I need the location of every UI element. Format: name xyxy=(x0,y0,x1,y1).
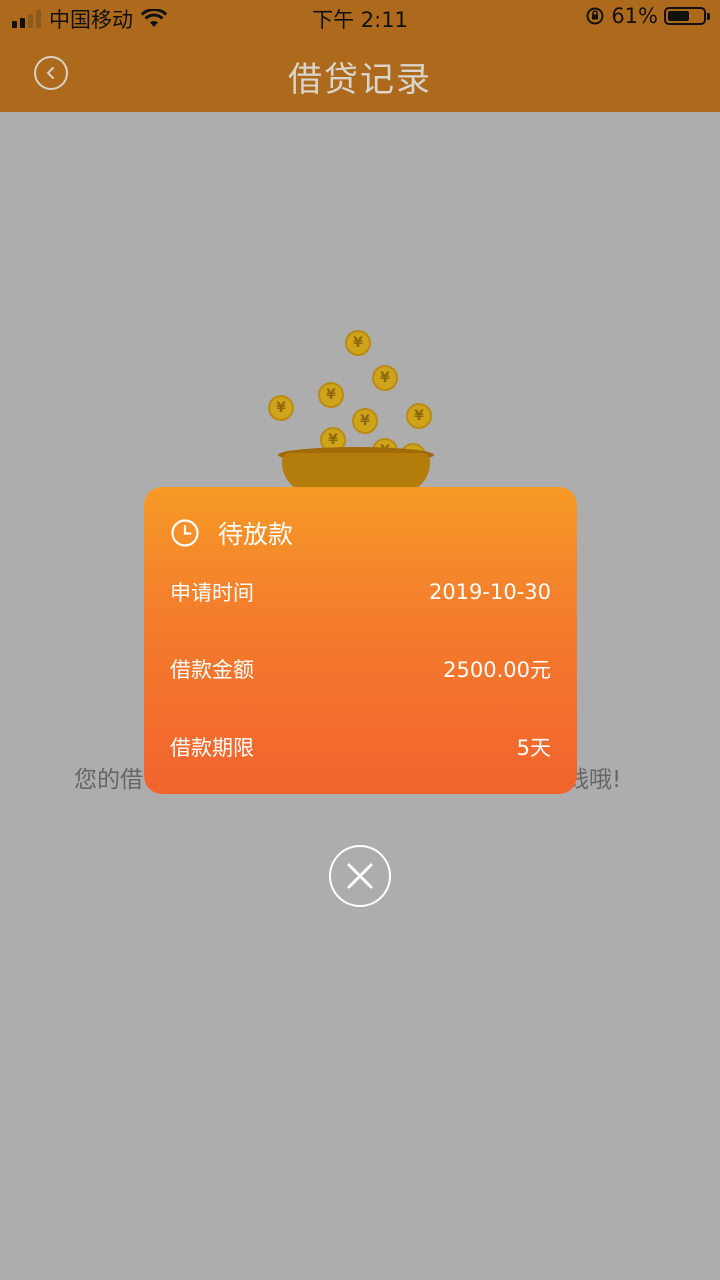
row-value: 5天 xyxy=(516,736,551,760)
modal-header: 待放款 xyxy=(170,515,293,551)
row-label: 借款期限 xyxy=(170,736,254,760)
rotation-lock-icon xyxy=(586,7,604,25)
battery-level-fill xyxy=(668,11,689,21)
clock-icon xyxy=(171,519,199,547)
info-row-loan-term: 借款期限 5天 xyxy=(170,732,551,762)
coin-icon: ¥ xyxy=(372,365,398,391)
nav-bar: 借贷记录 xyxy=(0,34,720,112)
coin-icon: ¥ xyxy=(345,330,371,356)
coin-icon: ¥ xyxy=(352,408,378,434)
row-label: 借款金额 xyxy=(170,658,254,682)
empty-message-left: 您的借 xyxy=(74,767,143,793)
coin-icon: ¥ xyxy=(406,403,432,429)
close-icon xyxy=(347,863,373,889)
info-row-loan-amount: 借款金额 2500.00元 xyxy=(170,654,551,684)
loan-status: 待放款 xyxy=(218,520,294,549)
battery-percent: 61% xyxy=(611,4,658,28)
status-right: 61% xyxy=(585,4,710,28)
page-title: 借贷记录 xyxy=(288,60,432,100)
loan-status-modal: 待放款 申请时间 2019-10-30 借款金额 2500.00元 借款期限 5… xyxy=(144,487,577,794)
coin-icon: ¥ xyxy=(268,395,294,421)
close-button[interactable] xyxy=(329,845,391,907)
row-label: 申请时间 xyxy=(170,581,254,605)
row-value: 2019-10-30 xyxy=(428,580,551,604)
status-bar: 中国移动 下午 2:11 61% xyxy=(0,0,720,34)
info-row-apply-date: 申请时间 2019-10-30 xyxy=(170,577,551,607)
coins-pot-icon: ¥ ¥ ¥ ¥ ¥ ¥ ¥ ¥ ¥ xyxy=(260,325,450,495)
battery-icon xyxy=(664,7,710,25)
coin-icon: ¥ xyxy=(318,382,344,408)
row-value: 2500.00元 xyxy=(443,658,551,682)
